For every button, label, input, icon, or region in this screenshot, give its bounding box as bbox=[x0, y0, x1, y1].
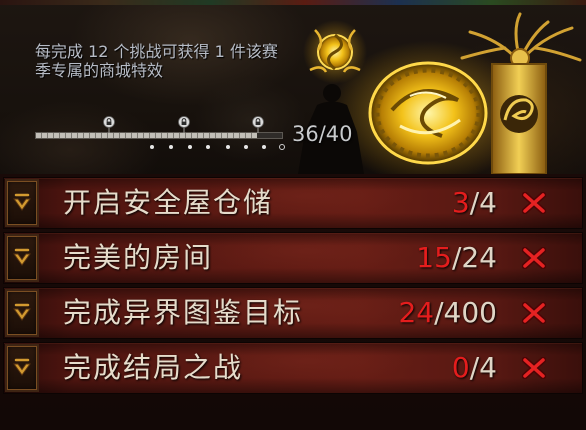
challenge-total-count: /400 bbox=[434, 296, 497, 329]
progress-track bbox=[35, 132, 283, 139]
orb-ornament bbox=[303, 20, 367, 84]
challenge-total-count: /4 bbox=[469, 186, 497, 219]
progress-step-dot bbox=[150, 145, 154, 149]
challenge-name: 完成结局之战 bbox=[63, 351, 244, 384]
challenge-current-count: 24 bbox=[398, 296, 435, 329]
challenge-progress: 3/4 bbox=[452, 178, 497, 228]
progress-fill bbox=[36, 133, 258, 138]
reward-info-text: 每完成 12 个挑战可获得 1 件该赛 季专属的商城特效 bbox=[35, 42, 278, 80]
season-header: 每完成 12 个挑战可获得 1 件该赛 季专属的商城特效 36/40 bbox=[0, 0, 586, 174]
progress-step-dot bbox=[226, 145, 230, 149]
expand-toggle-button[interactable] bbox=[5, 234, 39, 282]
challenge-name: 开启安全屋仓储 bbox=[63, 186, 274, 219]
progress-step-dot bbox=[169, 145, 173, 149]
red-x-icon bbox=[522, 247, 546, 269]
red-x-icon bbox=[522, 302, 546, 324]
red-x-icon bbox=[522, 357, 546, 379]
challenge-name: 完美的房间 bbox=[63, 241, 214, 274]
challenge-row[interactable]: 开启安全屋仓储 3/4 bbox=[3, 177, 583, 229]
challenge-list: 开启安全屋仓储 3/4 完美的房间 15/24 完成异界图鉴目标 24/400 … bbox=[0, 174, 586, 430]
challenge-progress: 15/24 bbox=[416, 233, 497, 283]
challenge-current-count: 0 bbox=[451, 351, 470, 384]
progress-count-label: 36/40 bbox=[292, 122, 353, 146]
red-x-icon bbox=[522, 192, 546, 214]
challenge-total-count: /24 bbox=[451, 241, 497, 274]
challenge-name: 完成异界图鉴目标 bbox=[63, 296, 304, 329]
season-progress-bar bbox=[35, 112, 287, 156]
chevron-down-icon bbox=[13, 358, 31, 376]
expand-toggle-button[interactable] bbox=[5, 344, 39, 392]
challenge-row[interactable]: 完成异界图鉴目标 24/400 bbox=[3, 287, 583, 339]
challenge-row[interactable]: 完美的房间 15/24 bbox=[3, 232, 583, 284]
challenge-current-count: 15 bbox=[416, 241, 452, 274]
challenge-total-count: /4 bbox=[469, 351, 497, 384]
challenge-progress: 0/4 bbox=[452, 343, 497, 393]
milestone-lock-icon bbox=[252, 116, 265, 133]
milestone-lock-icon bbox=[103, 116, 116, 133]
reward-info-line-2: 季专属的商城特效 bbox=[35, 61, 164, 80]
progress-step-dot bbox=[188, 145, 192, 149]
expand-toggle-button[interactable] bbox=[5, 179, 39, 227]
challenge-current-count: 3 bbox=[451, 186, 470, 219]
milestone-lock-icon bbox=[177, 116, 190, 133]
chevron-down-icon bbox=[13, 303, 31, 321]
progress-step-dot bbox=[206, 145, 210, 149]
reward-info-line-1: 每完成 12 个挑战可获得 1 件该赛 bbox=[35, 42, 278, 61]
challenge-panel: 每完成 12 个挑战可获得 1 件该赛 季专属的商城特效 36/40 开启安全屋… bbox=[0, 0, 586, 430]
progress-step-dot bbox=[262, 145, 266, 149]
expand-toggle-button[interactable] bbox=[5, 289, 39, 337]
chevron-down-icon bbox=[13, 248, 31, 266]
progress-end-marker bbox=[279, 144, 285, 150]
challenge-row[interactable]: 完成结局之战 0/4 bbox=[3, 342, 583, 394]
progress-step-dot bbox=[244, 145, 248, 149]
chevron-down-icon bbox=[13, 193, 31, 211]
challenge-progress: 24/400 bbox=[398, 288, 497, 338]
